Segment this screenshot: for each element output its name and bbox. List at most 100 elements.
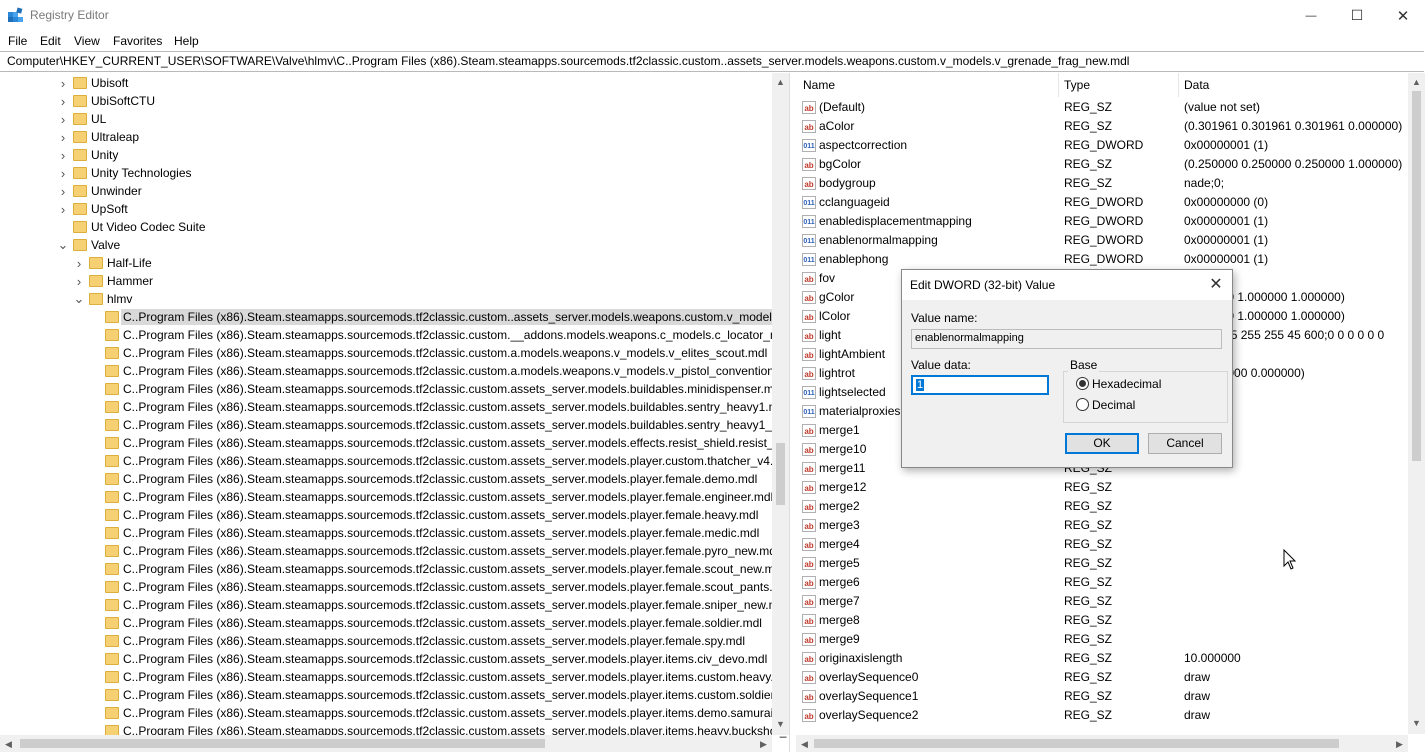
key-tree-pane[interactable]: › Ubisoft › UbiSoftCTU › UL › Ultraleap › Unity › U… [0, 73, 790, 752]
value-row[interactable]: ab aColor REG_SZ (0.301961 0.301961 0.30196… [796, 117, 1408, 136]
values-scroll-thumb[interactable] [1412, 91, 1421, 461]
tree-item[interactable]: ⌄ Valve [0, 236, 772, 254]
column-divider[interactable] [1178, 73, 1179, 97]
value-row[interactable]: ab merge3 REG_SZ [796, 516, 1408, 535]
value-row[interactable]: ab merge8 REG_SZ [796, 611, 1408, 630]
tree-scroll-thumb[interactable] [776, 443, 785, 505]
chevron-right-icon[interactable]: › [57, 92, 69, 110]
close-button[interactable]: ✕ [1380, 0, 1426, 31]
dialog-close-icon[interactable]: ✕ [1206, 275, 1226, 295]
value-row[interactable]: ab bgColor REG_SZ (0.250000 0.250000 0.2500… [796, 155, 1408, 174]
chevron-down-icon[interactable]: ⌄ [73, 290, 85, 308]
tree-item[interactable]: C..Program Files (x86).Steam.steamapps.s… [0, 650, 772, 668]
value-row[interactable]: ab merge6 REG_SZ [796, 573, 1408, 592]
address-path[interactable]: Computer\HKEY_CURRENT_USER\SOFTWARE\Valv… [7, 54, 1129, 68]
scroll-down-icon[interactable]: ▼ [772, 719, 789, 729]
value-data-field[interactable]: 1 [911, 375, 1049, 395]
value-row[interactable]: 011 enabledisplacementmapping REG_DWORD 0x0… [796, 212, 1408, 231]
tree-item[interactable]: C..Program Files (x86).Steam.steamapps.s… [0, 596, 788, 614]
value-row[interactable]: ab merge12 REG_SZ [796, 478, 1408, 497]
scroll-right-icon[interactable]: ▶ [755, 739, 772, 750]
column-header-name[interactable]: Name [803, 78, 835, 92]
value-row[interactable]: 011 enablephong REG_DWORD 0x00000001 (1) [796, 250, 1408, 269]
menu-file[interactable]: File [8, 34, 27, 48]
tree-item[interactable]: C..Program Files (x86).Steam.steamapps.s… [0, 704, 789, 722]
scroll-down-icon[interactable]: ▼ [1408, 718, 1425, 728]
tree-item[interactable]: C..Program Files (x86).Steam.steamapps.s… [0, 506, 772, 524]
value-row[interactable]: ab originaxislength REG_SZ 10.000000 [796, 649, 1408, 668]
tree-item[interactable]: › Unity Technologies [0, 164, 772, 182]
chevron-right-icon[interactable]: › [57, 74, 69, 92]
scroll-right-icon[interactable]: ▶ [1391, 739, 1408, 750]
value-row[interactable]: ab (Default) REG_SZ (value not set) [796, 98, 1408, 117]
chevron-right-icon[interactable]: › [73, 254, 85, 272]
value-row[interactable]: ab merge5 REG_SZ [796, 554, 1408, 573]
chevron-right-icon[interactable]: › [57, 164, 69, 182]
tree-item[interactable]: C..Program Files (x86).Steam.steamapps.s… [0, 470, 772, 488]
value-row[interactable]: ab overlaySequence0 REG_SZ draw [796, 668, 1408, 687]
value-row[interactable]: 011 enablenormalmapping REG_DWORD 0x0000000… [796, 231, 1408, 250]
values-horizontal-scrollbar[interactable]: ◀ ▶ [796, 735, 1408, 752]
scroll-up-icon[interactable]: ▲ [772, 77, 789, 87]
tree-item[interactable]: C..Program Files (x86).Steam.steamapps.s… [0, 686, 789, 704]
decimal-label[interactable]: Decimal [1092, 398, 1135, 412]
tree-item[interactable]: C..Program Files (x86).Steam.steamapps.s… [0, 560, 784, 578]
value-row[interactable]: ab bodygroup REG_SZ nade;0; [796, 174, 1408, 193]
tree-item[interactable]: C..Program Files (x86).Steam.steamapps.s… [0, 614, 772, 632]
ok-button[interactable]: OK [1065, 433, 1139, 454]
menu-favorites[interactable]: Favorites [113, 34, 162, 48]
chevron-right-icon[interactable]: › [57, 182, 69, 200]
column-header-data[interactable]: Data [1184, 78, 1209, 92]
tree-item[interactable]: C..Program Files (x86).Steam.steamapps.s… [0, 578, 789, 596]
tree-item[interactable]: C..Program Files (x86).Steam.steamapps.s… [0, 434, 789, 452]
tree-item[interactable]: C..Program Files (x86).Steam.steamapps.s… [0, 488, 773, 506]
values-vertical-scrollbar[interactable]: ▲ ▼ [1408, 73, 1425, 734]
scroll-up-icon[interactable]: ▲ [1408, 77, 1425, 87]
column-header-type[interactable]: Type [1064, 78, 1090, 92]
chevron-right-icon[interactable]: › [73, 272, 85, 290]
tree-item[interactable]: C..Program Files (x86).Steam.steamapps.s… [0, 524, 772, 542]
value-row[interactable]: ab merge2 REG_SZ [796, 497, 1408, 516]
value-name-field[interactable]: enablenormalmapping [911, 329, 1222, 349]
menu-view[interactable]: View [74, 34, 100, 48]
tree-item[interactable]: C..Program Files (x86).Steam.steamapps.s… [0, 542, 779, 560]
tree-item[interactable]: › UbiSoftCTU [0, 92, 772, 110]
menu-edit[interactable]: Edit [40, 34, 61, 48]
tree-horizontal-scrollbar[interactable]: ◀ ▶ [0, 735, 772, 752]
address-bar[interactable]: Computer\HKEY_CURRENT_USER\SOFTWARE\Valv… [0, 51, 1424, 72]
chevron-right-icon[interactable]: › [57, 110, 69, 128]
tree-item[interactable]: C..Program Files (x86).Steam.steamapps.s… [0, 416, 789, 434]
tree-item[interactable]: C..Program Files (x86).Steam.steamapps.s… [0, 362, 789, 380]
tree-item[interactable]: › UpSoft [0, 200, 772, 218]
tree-item[interactable]: C..Program Files (x86).Steam.steamapps.s… [0, 326, 789, 344]
tree-item[interactable]: Ut Video Codec Suite [0, 218, 772, 236]
value-row[interactable]: ab merge9 REG_SZ [796, 630, 1408, 649]
value-row[interactable]: 011 cclanguageid REG_DWORD 0x00000000 (0) [796, 193, 1408, 212]
chevron-down-icon[interactable]: ⌄ [57, 236, 69, 254]
scroll-left-icon[interactable]: ◀ [0, 739, 17, 750]
tree-item[interactable]: › UL [0, 110, 772, 128]
tree-item[interactable]: C..Program Files (x86).Steam.steamapps.s… [0, 398, 788, 416]
tree-item[interactable]: ⌄ hlmv [0, 290, 772, 308]
maximize-button[interactable]: ☐ [1334, 0, 1380, 31]
hexadecimal-radio[interactable] [1076, 377, 1089, 390]
chevron-right-icon[interactable]: › [57, 146, 69, 164]
tree-item[interactable]: C..Program Files (x86).Steam.steamapps.s… [0, 308, 789, 326]
tree-item[interactable]: › Unity [0, 146, 772, 164]
chevron-right-icon[interactable]: › [57, 200, 69, 218]
value-row[interactable]: ab overlaySequence2 REG_SZ draw [796, 706, 1408, 725]
scroll-left-icon[interactable]: ◀ [796, 739, 813, 750]
value-row[interactable]: ab overlaySequence1 REG_SZ draw [796, 687, 1408, 706]
tree-item[interactable]: C..Program Files (x86).Steam.steamapps.s… [0, 632, 772, 650]
tree-item[interactable]: C..Program Files (x86).Steam.steamapps.s… [0, 344, 772, 362]
tree-item[interactable]: › Half-Life [0, 254, 772, 272]
chevron-right-icon[interactable]: › [57, 128, 69, 146]
tree-item[interactable]: C..Program Files (x86).Steam.steamapps.s… [0, 452, 789, 470]
hexadecimal-label[interactable]: Hexadecimal [1092, 377, 1161, 391]
values-hscroll-thumb[interactable] [814, 739, 1339, 748]
value-row[interactable]: 011 aspectcorrection REG_DWORD 0x00000001 (… [796, 136, 1408, 155]
tree-hscroll-thumb[interactable] [20, 739, 545, 748]
tree-item[interactable]: C..Program Files (x86).Steam.steamapps.s… [0, 380, 783, 398]
minimize-button[interactable]: — [1288, 0, 1334, 31]
value-row[interactable]: ab merge4 REG_SZ [796, 535, 1408, 554]
